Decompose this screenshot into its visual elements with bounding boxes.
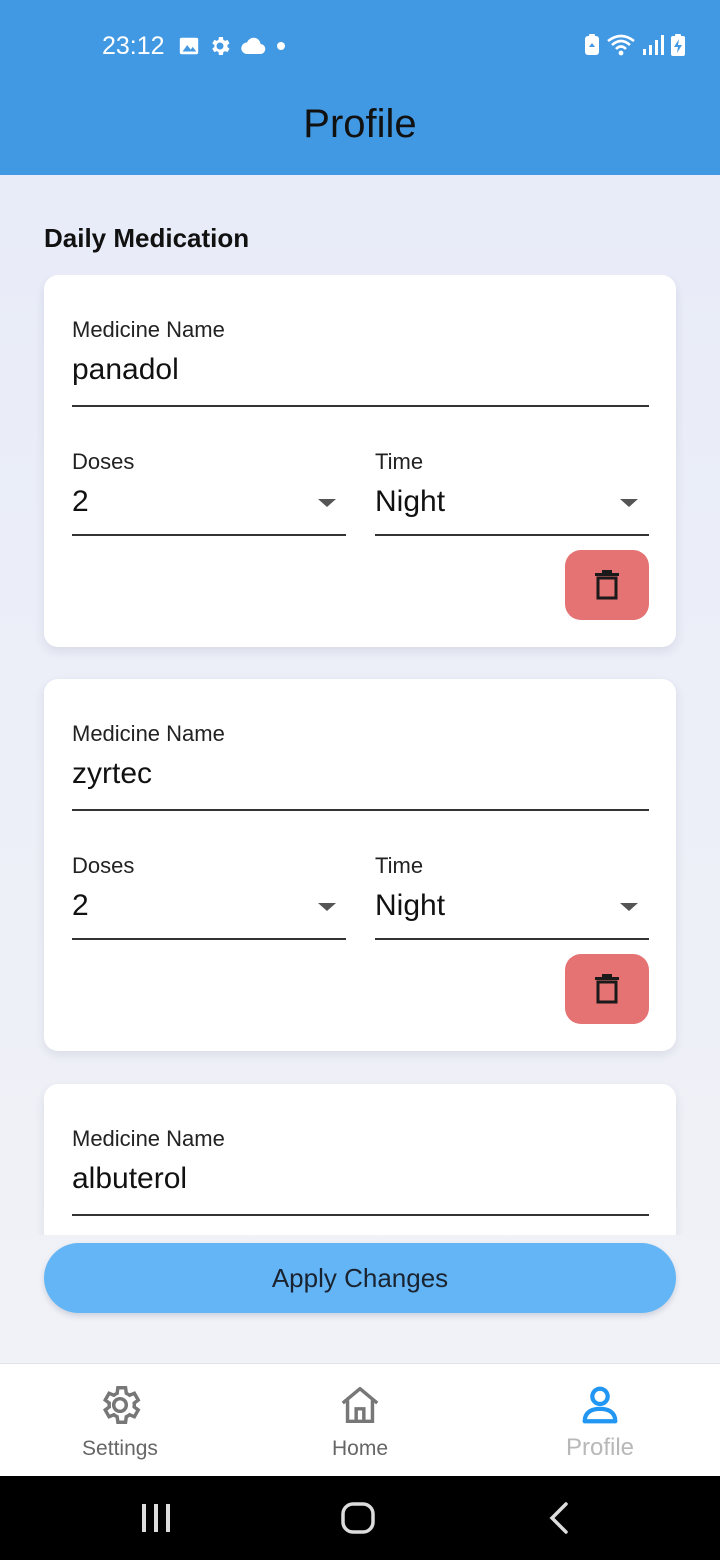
delete-medication-button[interactable] — [565, 954, 649, 1024]
input-underline — [72, 1214, 649, 1216]
bottom-nav: Settings Home Profile — [0, 1363, 720, 1476]
doses-label: Doses — [72, 853, 135, 878]
status-left-icons — [178, 34, 288, 58]
home-icon — [341, 1386, 379, 1424]
trash-icon — [595, 570, 619, 600]
main-content: Daily Medication Medicine Name panadol D… — [0, 175, 720, 1363]
gear-icon — [212, 37, 230, 55]
medicine-name-label: Medicine Name — [72, 1126, 225, 1151]
back-icon[interactable] — [542, 1498, 576, 1538]
trash-icon — [595, 974, 619, 1004]
doses-dropdown[interactable]: 2 — [72, 485, 89, 519]
time-label: Time — [375, 449, 424, 474]
input-underline — [375, 938, 649, 940]
input-underline — [72, 938, 346, 940]
wifi-icon — [607, 34, 635, 56]
delete-medication-button[interactable] — [565, 550, 649, 620]
dot-icon — [277, 42, 285, 50]
gear-icon — [102, 1386, 141, 1424]
input-underline — [375, 534, 649, 536]
doses-dropdown[interactable]: 2 — [72, 889, 89, 923]
person-icon — [582, 1386, 618, 1424]
input-underline — [72, 809, 649, 811]
medication-card: Medicine Name panadol Doses 2 Time Night — [44, 275, 676, 647]
medicine-name-field[interactable]: panadol — [72, 353, 179, 387]
input-underline — [72, 405, 649, 407]
medication-card: Medicine Name albuterol — [44, 1084, 676, 1235]
apply-changes-button[interactable]: Apply Changes — [44, 1243, 676, 1313]
chevron-down-icon[interactable] — [618, 496, 640, 510]
status-right-icons — [584, 33, 686, 57]
nav-item-settings[interactable]: Settings — [0, 1364, 240, 1477]
app-bar: 23:12 Profile — [0, 0, 720, 175]
medicine-name-label: Medicine Name — [72, 317, 225, 342]
nav-item-profile[interactable]: Profile — [480, 1364, 720, 1477]
nav-item-home[interactable]: Home — [240, 1364, 480, 1477]
signal-icon — [643, 35, 664, 55]
home-circle-icon[interactable] — [338, 1498, 378, 1538]
medicine-name-field[interactable]: albuterol — [72, 1162, 187, 1196]
nav-label-profile: Profile — [565, 1434, 635, 1461]
doses-label: Doses — [72, 449, 135, 474]
nav-label-home: Home — [331, 1437, 389, 1460]
system-nav-bar — [0, 1476, 720, 1560]
input-underline — [72, 534, 346, 536]
recycle-icon — [585, 34, 599, 55]
nav-label-settings: Settings — [82, 1437, 158, 1460]
chevron-down-icon[interactable] — [316, 496, 338, 510]
medicine-name-field[interactable]: zyrtec — [72, 757, 152, 791]
time-dropdown[interactable]: Night — [375, 889, 445, 923]
status-time: 23:12 — [102, 32, 165, 60]
time-label: Time — [375, 853, 424, 878]
page-title: Profile — [303, 102, 417, 146]
medication-card: Medicine Name zyrtec Doses 2 Time Night — [44, 679, 676, 1051]
time-dropdown[interactable]: Night — [375, 485, 445, 519]
medicine-name-label: Medicine Name — [72, 721, 225, 746]
chevron-down-icon[interactable] — [618, 900, 640, 914]
recent-apps-icon[interactable] — [138, 1498, 174, 1538]
image-icon — [179, 37, 199, 55]
cloud-icon — [241, 37, 266, 55]
battery-icon — [671, 34, 685, 56]
chevron-down-icon[interactable] — [316, 900, 338, 914]
section-title: Daily Medication — [44, 223, 250, 253]
medication-list[interactable]: Medicine Name panadol Doses 2 Time Night… — [0, 275, 720, 1235]
